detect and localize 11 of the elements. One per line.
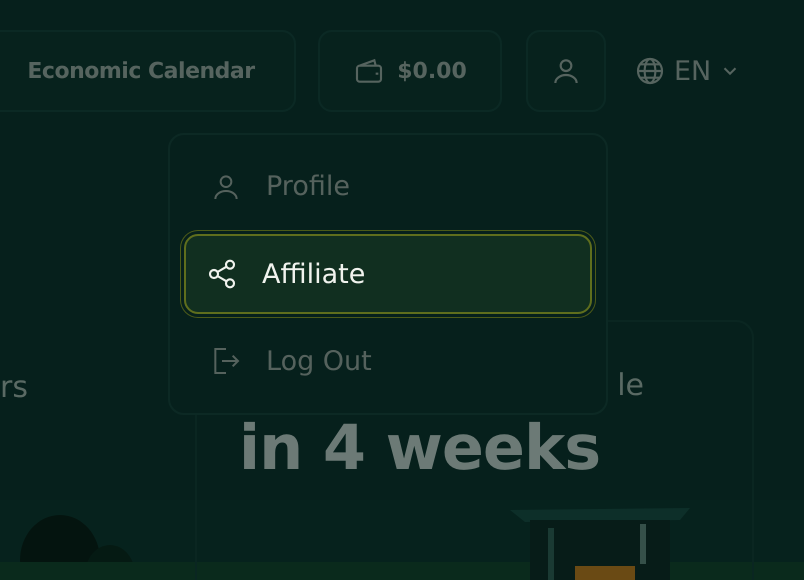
account-button[interactable] [526, 30, 606, 112]
partial-heading: le [617, 368, 644, 403]
language-selector[interactable]: EN [628, 54, 748, 88]
globe-icon [634, 55, 666, 87]
menu-item[interactable]: Log Out [184, 322, 592, 402]
economic-calendar-button[interactable]: Economic Calendar [0, 30, 296, 112]
menu-item[interactable]: Profile [184, 147, 592, 226]
share-icon [206, 258, 238, 290]
partial-heading: rs [0, 370, 29, 407]
card-headline: in 4 weeks [238, 411, 600, 484]
balance-button[interactable]: $0.00 [318, 30, 502, 112]
